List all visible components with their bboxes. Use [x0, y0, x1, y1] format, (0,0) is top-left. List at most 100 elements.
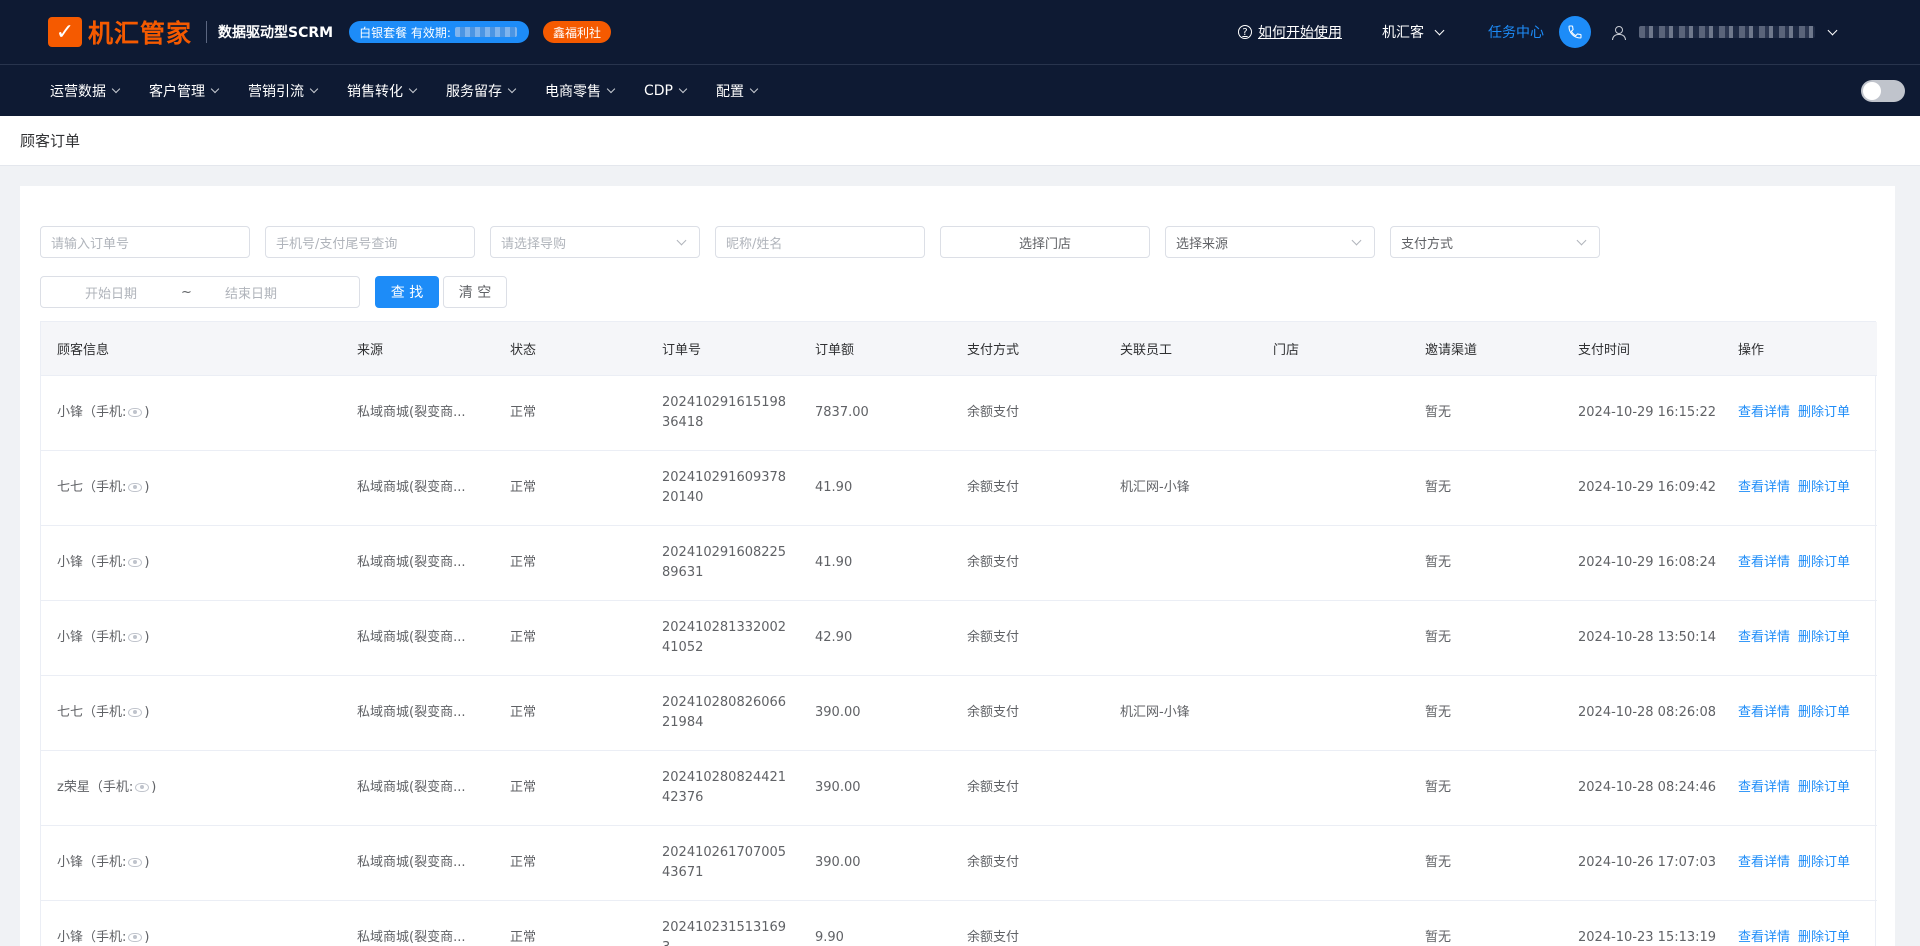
- cell-store: [1257, 450, 1409, 525]
- cell-channel: 暂无: [1409, 825, 1562, 900]
- cell-pay-method: 余额支付: [951, 825, 1104, 900]
- cell-staff: 机汇网-小锋: [1104, 675, 1257, 750]
- delete-order-link[interactable]: 删除订单: [1798, 405, 1850, 420]
- cell-actions: 查看详情删除订单: [1722, 525, 1877, 600]
- reveal-phone-eye-icon[interactable]: [128, 933, 142, 942]
- cell-store: [1257, 525, 1409, 600]
- cell-source: 私域商城(裂变商...: [341, 900, 494, 946]
- source-select[interactable]: 选择来源: [1165, 226, 1375, 258]
- store-select-button[interactable]: 选择门店: [940, 226, 1150, 258]
- cell-staff: [1104, 825, 1257, 900]
- cell-actions: 查看详情删除订单: [1722, 600, 1877, 675]
- customer-close-paren: ): [151, 778, 156, 798]
- customer-close-paren: ): [144, 403, 149, 423]
- cell-store: [1257, 825, 1409, 900]
- logo-text: 机汇管家: [88, 14, 192, 50]
- reveal-phone-eye-icon[interactable]: [128, 483, 142, 492]
- guide-select[interactable]: 请选择导购: [490, 226, 700, 258]
- table-row: 小锋（手机:)私域商城(裂变商...正常20241028133200241052…: [41, 600, 1877, 675]
- view-detail-link[interactable]: 查看详情: [1738, 705, 1790, 720]
- delete-order-link[interactable]: 删除订单: [1798, 855, 1850, 870]
- cell-customer: 小锋（手机:): [41, 525, 341, 600]
- cell-pay-time: 2024-10-26 17:07:03: [1562, 825, 1722, 900]
- nav-item-config[interactable]: 配置: [716, 81, 757, 101]
- end-date-input[interactable]: 结束日期: [181, 283, 321, 302]
- nav-item-service[interactable]: 服务留存: [446, 81, 515, 101]
- reveal-phone-eye-icon[interactable]: [128, 708, 142, 717]
- cell-pay-time: 2024-10-29 16:15:22: [1562, 375, 1722, 450]
- table-row: 小锋（手机:)私域商城(裂变商...正常20241023151316939.90…: [41, 900, 1877, 946]
- nav-item-customer-mgmt[interactable]: 客户管理: [149, 81, 218, 101]
- nav-label: 运营数据: [50, 81, 106, 101]
- package-expiry-masked: [455, 27, 517, 37]
- username-masked[interactable]: [1639, 26, 1815, 38]
- phone-button[interactable]: [1559, 16, 1591, 48]
- nickname-input[interactable]: 昵称/姓名: [715, 226, 925, 258]
- cell-staff: [1104, 750, 1257, 825]
- nav-item-ecommerce[interactable]: 电商零售: [545, 81, 614, 101]
- delete-order-link[interactable]: 删除订单: [1798, 480, 1850, 495]
- order-no-input[interactable]: 请输入订单号: [40, 226, 250, 258]
- cell-store: [1257, 375, 1409, 450]
- question-icon: ?: [1238, 25, 1252, 39]
- table-row: 小锋（手机:)私域商城(裂变商...正常20241029160822589631…: [41, 525, 1877, 600]
- delete-order-link[interactable]: 删除订单: [1798, 780, 1850, 795]
- cell-order-no: 20241028082442142376: [646, 750, 799, 825]
- reveal-phone-eye-icon[interactable]: [135, 783, 149, 792]
- cell-pay-method: 余额支付: [951, 375, 1104, 450]
- brand-logo[interactable]: ✓ 机汇管家: [48, 14, 192, 50]
- org-select[interactable]: 机汇客: [1382, 22, 1443, 42]
- view-detail-link[interactable]: 查看详情: [1738, 780, 1790, 795]
- view-detail-link[interactable]: 查看详情: [1738, 630, 1790, 645]
- nav-item-cdp[interactable]: CDP: [644, 83, 686, 99]
- delete-order-link[interactable]: 删除订单: [1798, 630, 1850, 645]
- cell-order-no: 20241029160822589631: [646, 525, 799, 600]
- start-date-input[interactable]: 开始日期: [41, 283, 181, 302]
- filter-form: 请输入订单号 手机号/支付尾号查询 请选择导购 昵称/姓名 选择门店 选择来源 …: [40, 226, 1615, 326]
- nav-label: 配置: [716, 81, 744, 101]
- delete-order-link[interactable]: 删除订单: [1798, 930, 1850, 945]
- reveal-phone-eye-icon[interactable]: [128, 633, 142, 642]
- delete-order-link[interactable]: 删除订单: [1798, 555, 1850, 570]
- nav-item-sales[interactable]: 销售转化: [347, 81, 416, 101]
- cell-status: 正常: [494, 675, 646, 750]
- reveal-phone-eye-icon[interactable]: [128, 858, 142, 867]
- customer-name: 小锋（手机:: [57, 853, 126, 873]
- cell-customer: 七七（手机:): [41, 450, 341, 525]
- view-detail-link[interactable]: 查看详情: [1738, 480, 1790, 495]
- nav-item-ops-data[interactable]: 运营数据: [50, 81, 119, 101]
- user-menu-chevron-icon[interactable]: [1828, 25, 1838, 35]
- cell-order-no: 20241029161519836418: [646, 375, 799, 450]
- table-body: 小锋（手机:)私域商城(裂变商...正常20241029161519836418…: [41, 375, 1877, 946]
- col-status: 状态: [494, 322, 646, 375]
- col-source: 来源: [341, 322, 494, 375]
- date-range-picker[interactable]: 开始日期 ~ 结束日期: [40, 276, 360, 308]
- view-detail-link[interactable]: 查看详情: [1738, 930, 1790, 945]
- cell-amount: 9.90: [799, 900, 951, 946]
- cell-channel: 暂无: [1409, 525, 1562, 600]
- cell-channel: 暂无: [1409, 600, 1562, 675]
- welfare-badge[interactable]: 鑫福利社: [543, 21, 611, 43]
- clear-button[interactable]: 清 空: [443, 276, 507, 308]
- pay-method-select[interactable]: 支付方式: [1390, 226, 1600, 258]
- delete-order-link[interactable]: 删除订单: [1798, 705, 1850, 720]
- view-detail-link[interactable]: 查看详情: [1738, 855, 1790, 870]
- customer-close-paren: ): [144, 853, 149, 873]
- view-detail-link[interactable]: 查看详情: [1738, 555, 1790, 570]
- search-button[interactable]: 查 找: [375, 276, 439, 308]
- cell-pay-method: 余额支付: [951, 900, 1104, 946]
- reveal-phone-eye-icon[interactable]: [128, 408, 142, 417]
- cell-actions: 查看详情删除订单: [1722, 750, 1877, 825]
- cell-staff: [1104, 525, 1257, 600]
- phone-input[interactable]: 手机号/支付尾号查询: [265, 226, 475, 258]
- task-center-link[interactable]: 任务中心: [1488, 22, 1544, 42]
- howto-link[interactable]: ? 如何开始使用: [1238, 22, 1342, 42]
- nav-item-marketing[interactable]: 营销引流: [248, 81, 317, 101]
- view-detail-link[interactable]: 查看详情: [1738, 405, 1790, 420]
- reveal-phone-eye-icon[interactable]: [128, 558, 142, 567]
- nav-label: 营销引流: [248, 81, 304, 101]
- cell-status: 正常: [494, 375, 646, 450]
- package-badge[interactable]: 白银套餐 有效期:: [349, 21, 529, 43]
- theme-toggle[interactable]: [1861, 80, 1905, 102]
- customer-name: 七七（手机:: [57, 703, 126, 723]
